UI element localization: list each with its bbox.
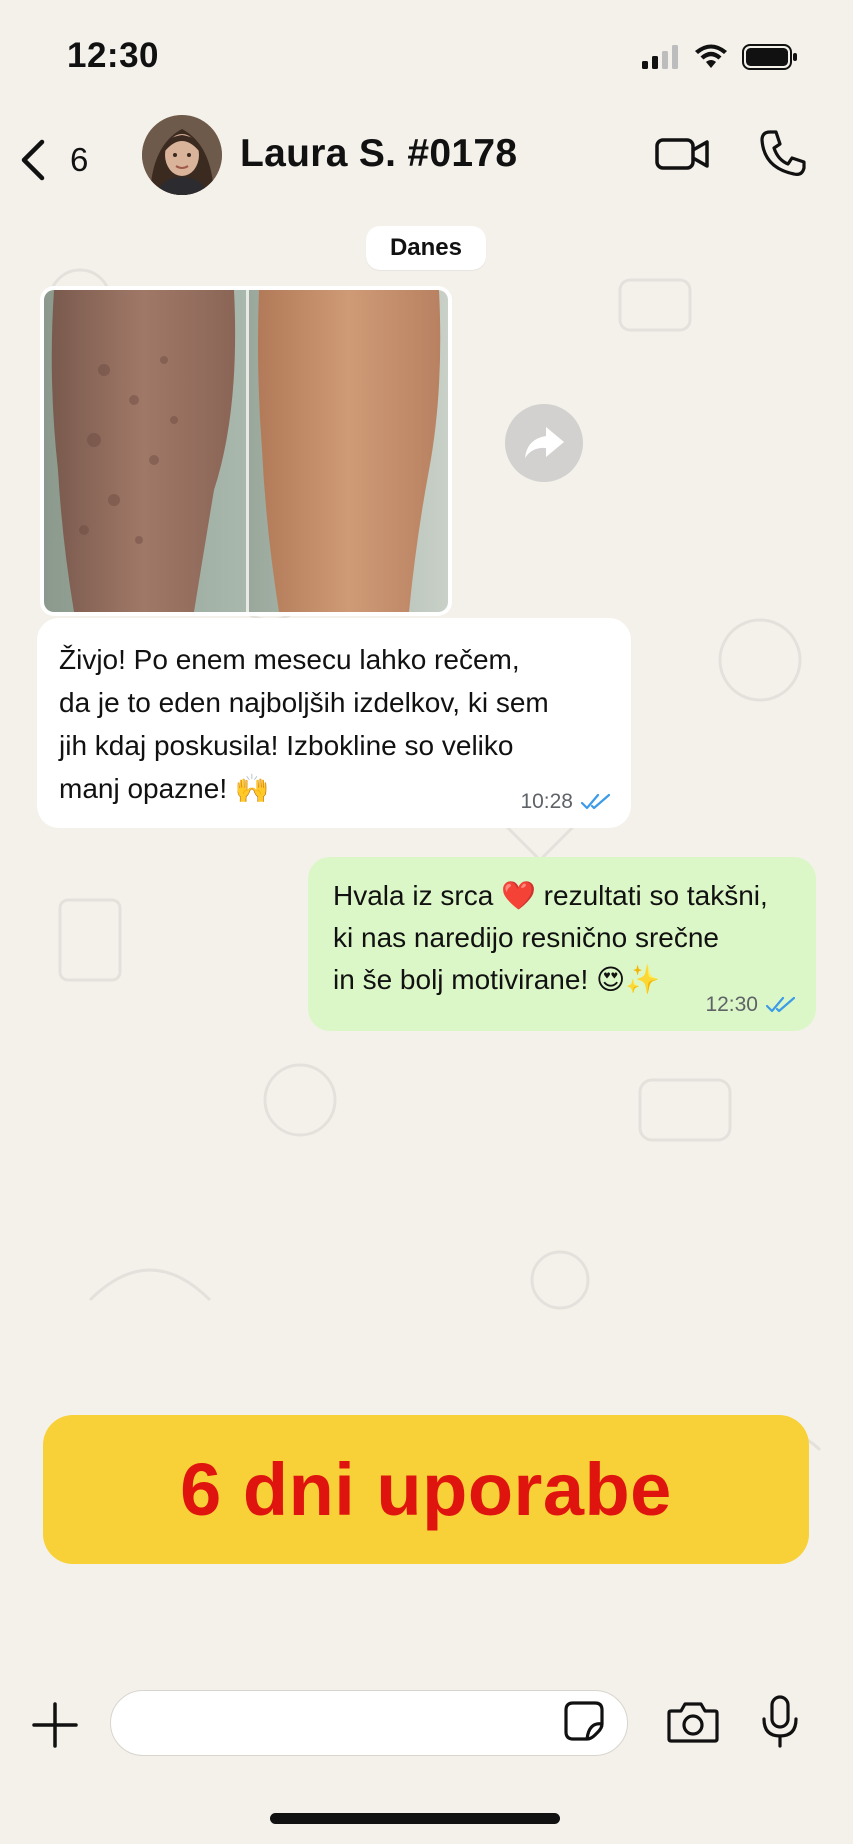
back-chevron-icon: [21, 139, 45, 181]
voice-call-button[interactable]: [758, 128, 806, 178]
attach-button[interactable]: [30, 1700, 80, 1750]
banner-text: 6 dni uporabe: [180, 1448, 672, 1531]
message-time: 12:30: [705, 993, 758, 1016]
camera-button[interactable]: [666, 1698, 720, 1746]
usage-banner: 6 dni uporabe: [43, 1415, 809, 1564]
message-input-bar: [0, 1680, 853, 1800]
video-call-button[interactable]: [655, 132, 711, 176]
home-indicator[interactable]: [270, 1813, 560, 1824]
double-check-icon: [581, 793, 611, 810]
microphone-icon: [762, 1695, 798, 1748]
incoming-message-text: Živjo! Po enem mesecu lahko rečem, da je…: [59, 638, 609, 810]
date-separator: Danes: [366, 226, 486, 270]
video-camera-icon: [655, 138, 709, 170]
sticker-button[interactable]: [563, 1700, 605, 1742]
status-icons: [642, 42, 798, 72]
message-line: Živjo! Po enem mesecu lahko rečem,: [59, 644, 520, 675]
before-after-image: [44, 290, 448, 612]
message-time: 10:28: [520, 790, 573, 813]
back-button[interactable]: 6: [18, 130, 88, 190]
avatar-image: [142, 115, 222, 195]
forward-icon: [525, 427, 564, 458]
outgoing-message-text: Hvala iz srca ❤️ rezultati so takšni, ki…: [333, 875, 796, 1001]
chat-header: 6 Laura S. #0178: [0, 110, 853, 210]
message-line: Hvala iz srca ❤️ rezultati so takšni,: [333, 880, 768, 911]
camera-icon: [667, 1702, 719, 1743]
signal-icon: [642, 45, 678, 69]
before-after-photo[interactable]: [44, 290, 448, 612]
avatar[interactable]: [142, 115, 222, 195]
incoming-message[interactable]: Živjo! Po enem mesecu lahko rečem, da je…: [37, 618, 631, 828]
double-check-icon: [766, 996, 796, 1013]
status-time: 12:30: [67, 36, 160, 75]
contact-name[interactable]: Laura S. #0178: [240, 132, 517, 176]
message-meta: 10:28: [520, 790, 611, 814]
sticker-icon: [564, 1701, 604, 1741]
image-message[interactable]: [40, 286, 452, 616]
unread-count: 6: [70, 141, 89, 178]
status-bar: 12:30: [0, 0, 853, 110]
plus-icon: [32, 1702, 78, 1748]
message-line: jih kdaj poskusila! Izbokline so veliko: [59, 730, 514, 761]
message-line: ki nas naredijo resnično srečne: [333, 922, 719, 953]
message-meta: 12:30: [705, 993, 796, 1017]
outgoing-message[interactable]: Hvala iz srca ❤️ rezultati so takšni, ki…: [308, 857, 816, 1031]
forward-button[interactable]: [505, 404, 583, 482]
wifi-icon: [695, 44, 727, 68]
message-line: da je to eden najboljših izdelkov, ki se…: [59, 687, 549, 718]
battery-icon: [742, 44, 797, 70]
message-input[interactable]: [110, 1690, 628, 1756]
microphone-button[interactable]: [758, 1694, 802, 1750]
phone-icon: [760, 130, 806, 176]
